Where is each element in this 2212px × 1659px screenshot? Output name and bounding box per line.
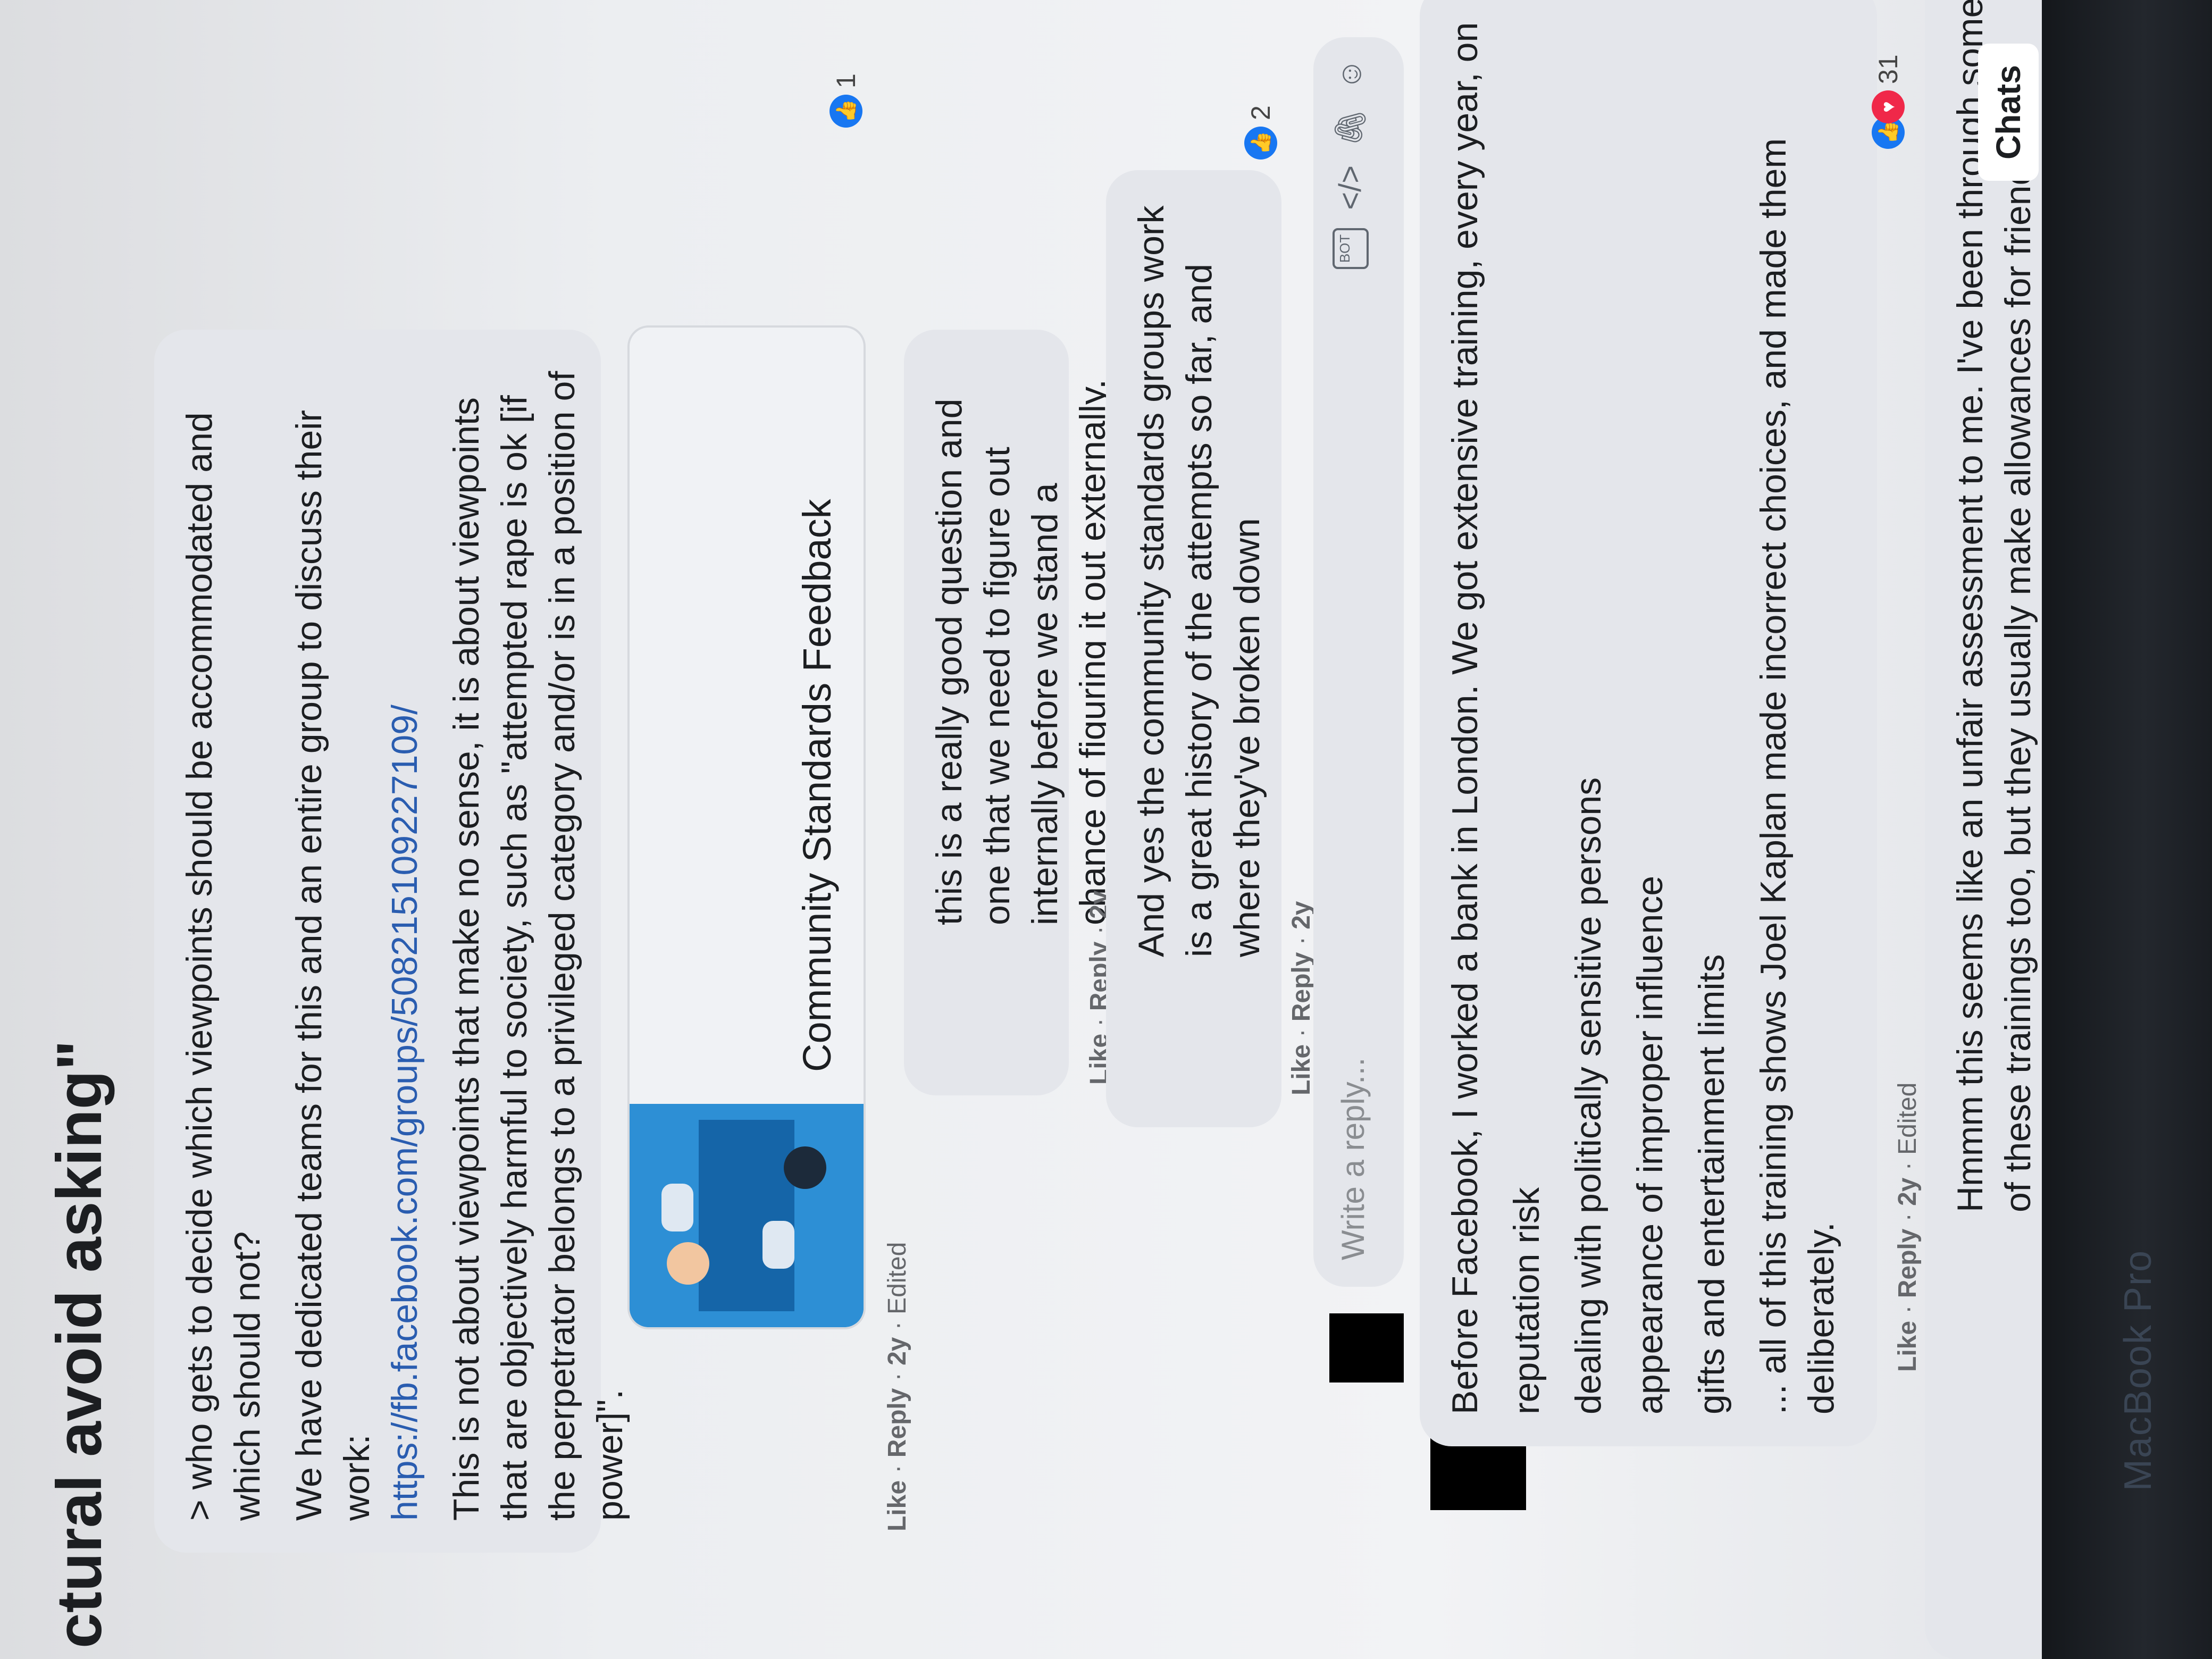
thumbs-up-icon: 👍: [1244, 127, 1277, 160]
comment-age: 2y: [883, 1337, 911, 1365]
reply-link[interactable]: Reply: [1287, 952, 1316, 1022]
comment-bubble: > who gets to decide which viewpoints sh…: [154, 330, 630, 1553]
current-user-avatar: [1329, 1313, 1404, 1382]
like-link[interactable]: Like: [883, 1480, 911, 1531]
link-preview-card[interactable]: Community Standards Feedback: [627, 325, 866, 1329]
comment-actions: Like · Reply · 2y: [1287, 901, 1316, 1096]
reaction-summary[interactable]: 👍 1: [830, 73, 862, 128]
post-heading: ctural avoid asking": [44, 1040, 115, 1648]
comment-text: Before Facebook, I worked a bank in Lond…: [1445, 22, 1841, 1414]
code-icon[interactable]: </>: [1333, 165, 1369, 210]
card-title: Community Standards Feedback: [795, 499, 839, 1072]
reply-link[interactable]: Reply: [1893, 1229, 1922, 1298]
comment-bubble: Hmmm this seems like an unfair assessmen…: [1925, 0, 2042, 1659]
comment-age: 2y: [1287, 901, 1316, 929]
reply-input[interactable]: Write a reply... BOT </> 🖇 ☺: [1313, 37, 1404, 1287]
chats-button[interactable]: Chats: [1978, 44, 2039, 181]
reaction-summary[interactable]: 👍 2: [1244, 105, 1277, 160]
comment-quote: > who gets to decide which viewpoints sh…: [179, 412, 267, 1521]
comment-text: Hmmm this seems like an unfair assessmen…: [1950, 0, 2038, 1212]
edited-label: Edited: [1893, 1082, 1922, 1155]
comment-thread-page: ctural avoid asking" > who gets to decid…: [0, 0, 2042, 1659]
reaction-count: 2: [1246, 105, 1276, 120]
group-link[interactable]: https://fb.facebook.com/groups/508215109…: [384, 705, 425, 1521]
comment-text: We have dedicated teams for this and an …: [289, 409, 425, 1521]
reply-link[interactable]: Reply: [883, 1388, 911, 1458]
bot-icon[interactable]: BOT: [1333, 228, 1369, 270]
reply-tools: BOT </> 🖇 ☺: [1333, 58, 1369, 270]
reaction-count: 1: [831, 73, 861, 88]
comment-bubble: this is a really good question and one t…: [904, 330, 1113, 1095]
heart-icon: ♥: [1872, 90, 1905, 123]
comment-bubble: And yes the community standards groups w…: [1106, 170, 1281, 1127]
reaction-count: 31: [1873, 54, 1903, 84]
device-label: MacBook Pro: [2117, 1250, 2159, 1492]
comment-actions: Like · Reply · 2y · Edited: [883, 1242, 911, 1531]
thumbs-up-icon: 👍: [830, 95, 862, 128]
comment-bubble: Before Facebook, I worked a bank in Lond…: [1420, 0, 1877, 1446]
comment-text: This is not about viewpoints that make n…: [446, 371, 630, 1521]
comment-age: 2y: [1893, 1177, 1922, 1206]
paperclip-icon[interactable]: 🖇: [1333, 108, 1369, 147]
like-link[interactable]: Like: [1287, 1044, 1316, 1095]
comment-actions: Like · Reply · 2y · Edited: [1893, 1082, 1922, 1372]
screen: ctural avoid asking" > who gets to decid…: [0, 0, 2042, 1659]
card-illustration: [630, 1104, 864, 1327]
edited-label: Edited: [883, 1242, 911, 1314]
reply-placeholder: Write a reply...: [1335, 1057, 1371, 1260]
comment-text: And yes the community standards groups w…: [1131, 205, 1267, 957]
like-link[interactable]: Like: [1893, 1321, 1922, 1372]
emoji-icon[interactable]: ☺: [1333, 58, 1369, 90]
reaction-summary[interactable]: 👍 ♥ 31: [1872, 54, 1905, 149]
